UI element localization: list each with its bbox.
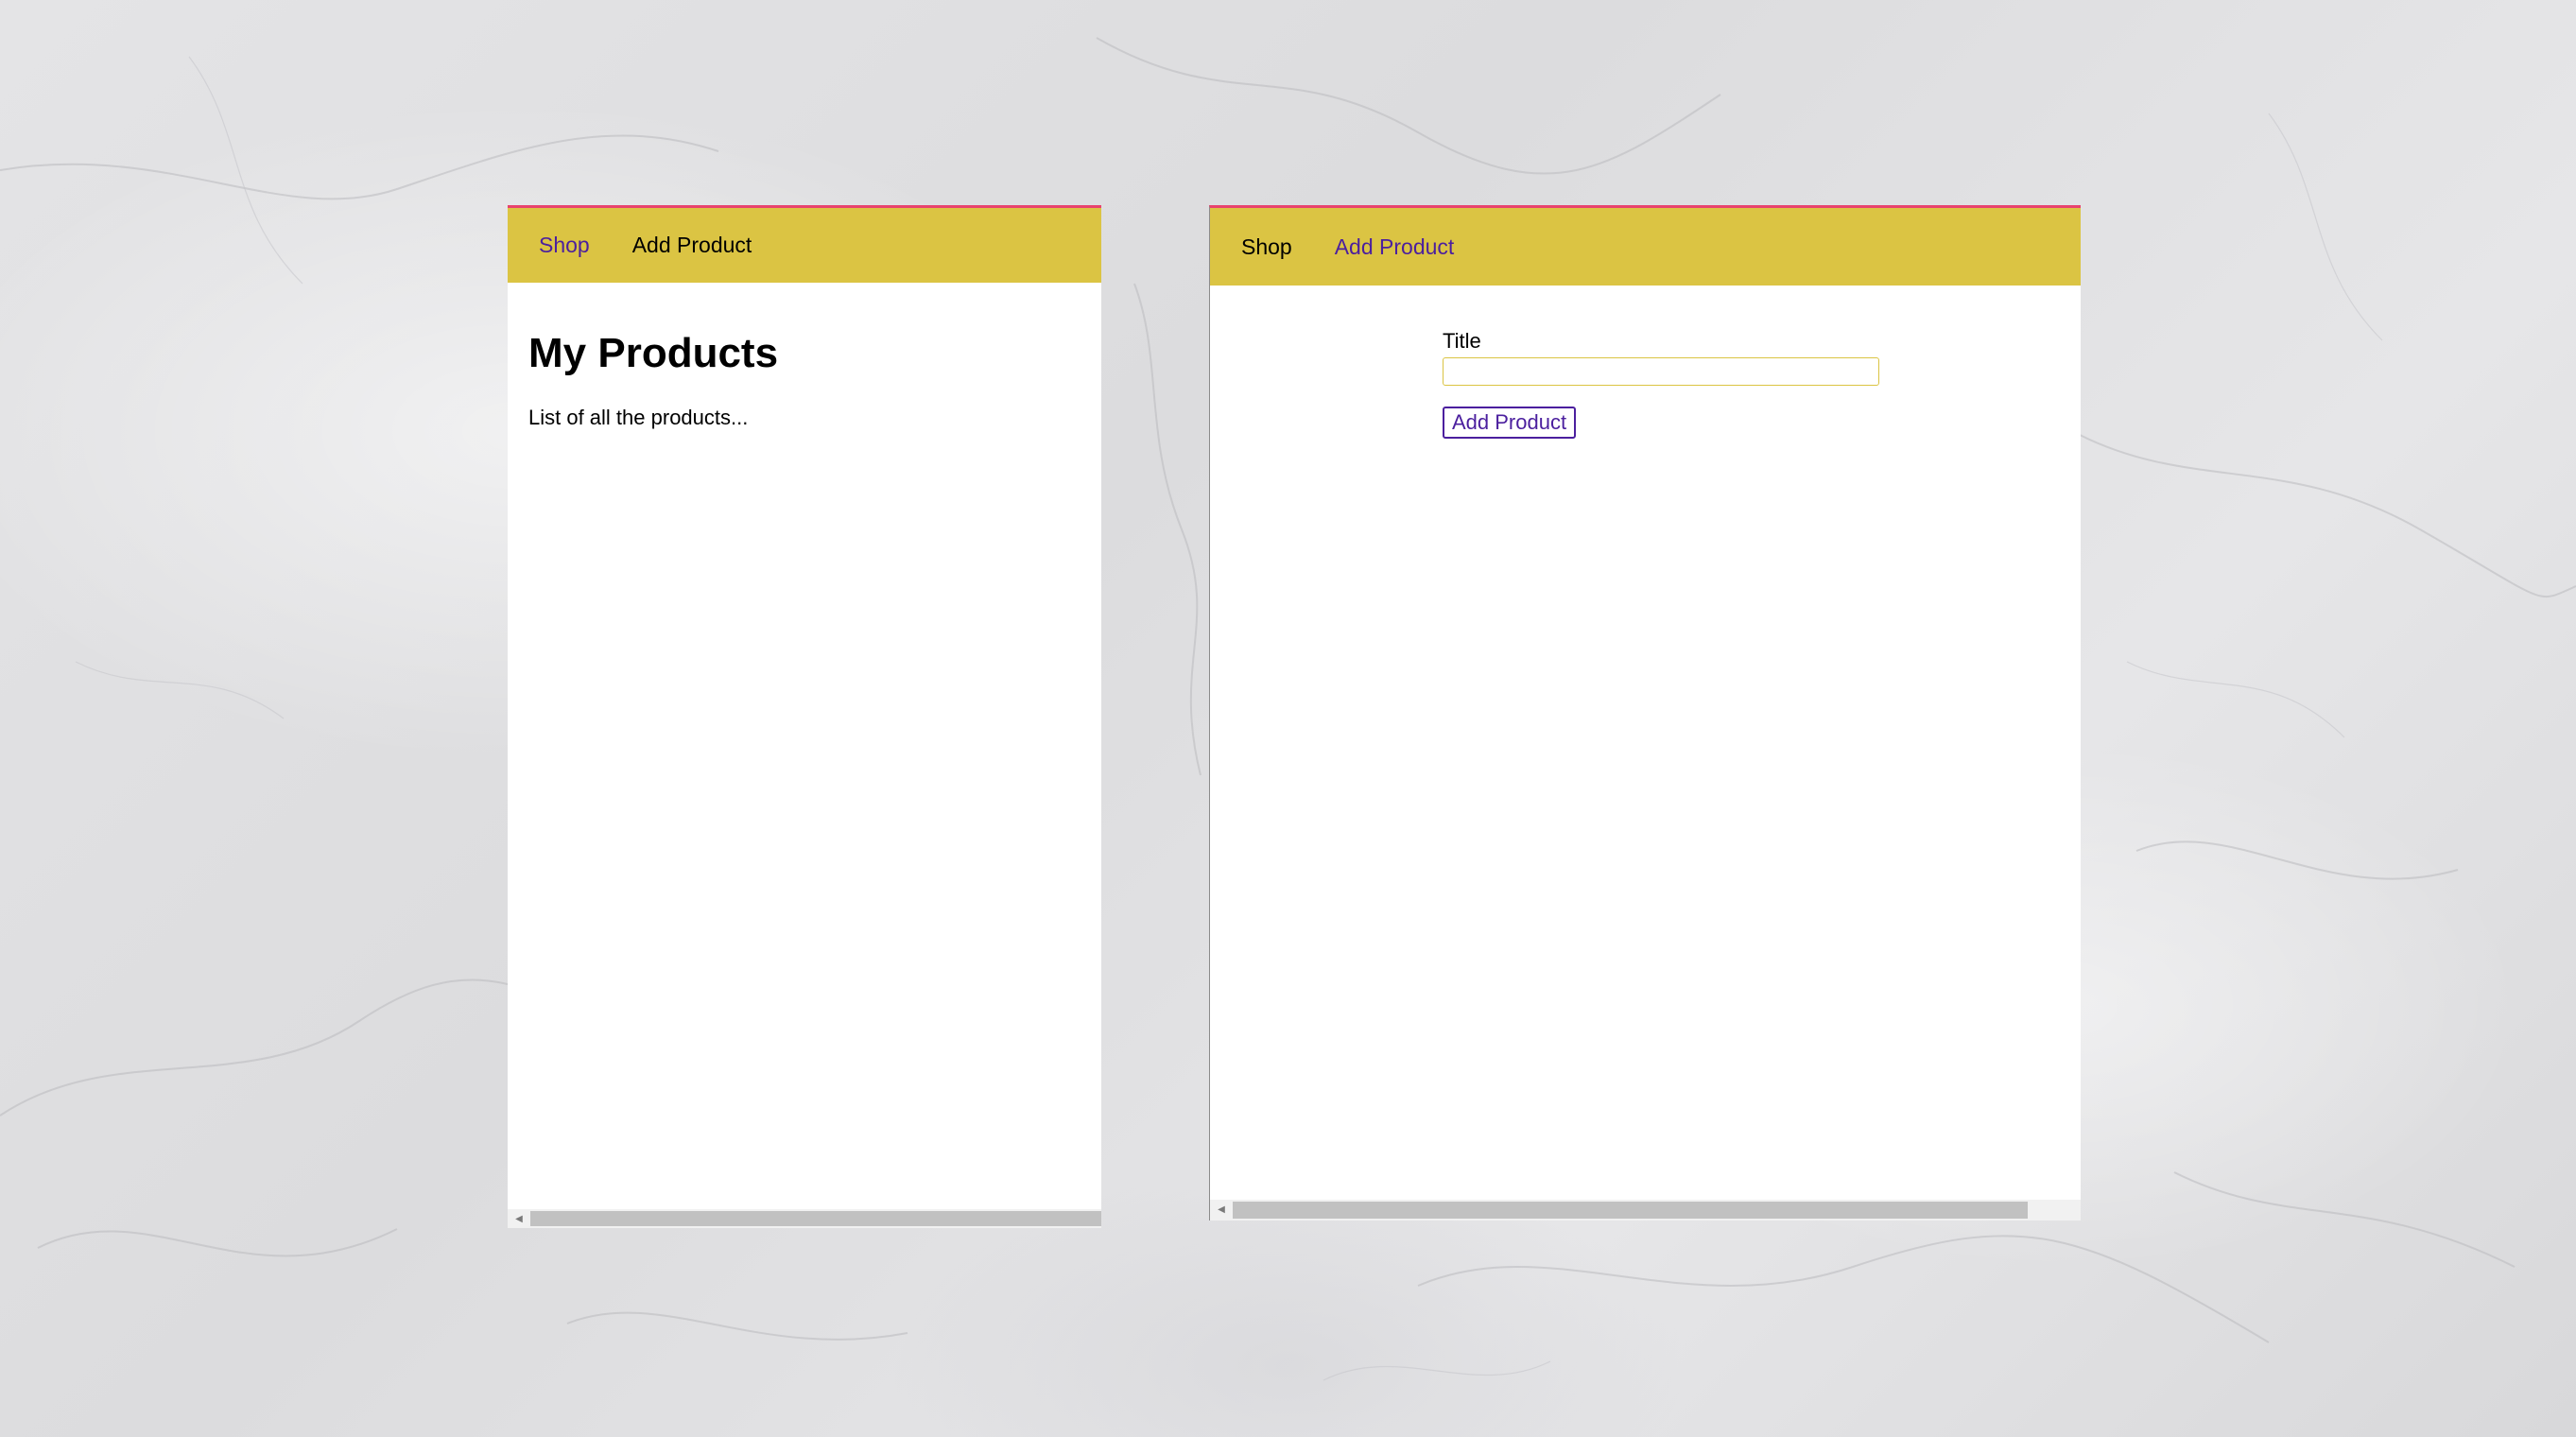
page-title: My Products — [528, 330, 779, 376]
add-product-window: Shop Add Product Title Add Product ◀ — [1209, 205, 2081, 1221]
nav-link-add-product[interactable]: Add Product — [632, 233, 752, 258]
main-nav: Shop Add Product — [1210, 208, 2081, 286]
shop-window: Shop Add Product My Products List of all… — [508, 205, 1101, 1228]
add-product-form: Title Add Product — [1443, 329, 1879, 439]
scrollbar-thumb[interactable] — [1233, 1202, 2028, 1219]
scroll-left-arrow-icon[interactable]: ◀ — [1210, 1200, 1233, 1219]
scroll-left-arrow-icon[interactable]: ◀ — [508, 1209, 530, 1228]
nav-link-shop[interactable]: Shop — [1241, 234, 1292, 260]
horizontal-scrollbar[interactable]: ◀ — [1210, 1200, 2081, 1221]
products-description: List of all the products... — [528, 406, 749, 429]
add-product-button[interactable]: Add Product — [1443, 407, 1577, 439]
scrollbar-thumb[interactable] — [530, 1211, 1101, 1226]
main-nav: Shop Add Product — [508, 208, 1101, 283]
title-label: Title — [1443, 329, 1481, 353]
title-input[interactable] — [1443, 357, 1879, 386]
main-content: My Products List of all the products... — [508, 283, 1101, 451]
nav-link-shop[interactable]: Shop — [539, 233, 590, 258]
nav-link-add-product[interactable]: Add Product — [1335, 234, 1455, 260]
horizontal-scrollbar[interactable]: ◀ — [508, 1209, 1101, 1228]
